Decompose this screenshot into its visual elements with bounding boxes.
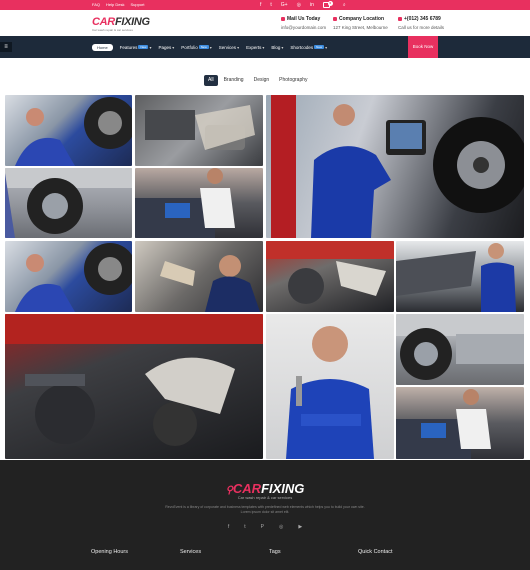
footer-logo[interactable]: ⚲CARFIXING Car wash repair & car service… — [0, 481, 530, 500]
nav-item-pages[interactable]: Pages ▾ — [158, 45, 174, 50]
gallery-image[interactable] — [266, 314, 394, 459]
footer-columns: Opening Hours Services Tags Quick Contac… — [91, 549, 491, 555]
phone-title[interactable]: +(012) 345 6789 — [404, 16, 441, 22]
phone-value: Call us for more details — [398, 25, 445, 30]
logo-text-fixing: FIXING — [114, 16, 150, 28]
twitter-icon[interactable]: t — [244, 524, 245, 530]
header-location: Company Location 127 King Street, Melbou… — [333, 16, 388, 30]
search-icon[interactable]: ⌕ — [343, 1, 346, 9]
mail-value[interactable]: info@yourdomain.com — [281, 25, 326, 30]
gallery-image[interactable] — [5, 241, 132, 312]
cart-icon[interactable]: 0 — [322, 1, 333, 8]
linkedin-icon[interactable]: in — [310, 1, 314, 9]
gallery-image[interactable] — [135, 168, 263, 238]
footer-col-tags: Tags — [269, 549, 281, 555]
nav-item-home[interactable]: Home — [92, 43, 113, 51]
cart-count: 0 — [327, 1, 333, 6]
portfolio-filters: All Branding Design Photography — [204, 75, 312, 86]
nav-item-blog[interactable]: Blog ▾ — [271, 45, 283, 50]
location-title: Company Location — [339, 16, 385, 22]
footer-col-quick-contact: Quick Contact — [358, 549, 393, 555]
chevron-down-icon: ▾ — [237, 44, 240, 50]
gallery-image[interactable] — [266, 241, 394, 312]
top-link-support[interactable]: Support — [130, 2, 144, 7]
instagram-icon[interactable]: ◎ — [297, 1, 301, 9]
nav-item-experts[interactable]: Experts ▾ — [246, 45, 264, 50]
top-links: FAQ Help Desk Support — [92, 2, 144, 7]
chevron-down-icon: ▾ — [209, 44, 212, 50]
gallery-image[interactable] — [5, 168, 132, 238]
new-badge: New — [198, 45, 209, 49]
filter-photography[interactable]: Photography — [275, 75, 311, 86]
book-now-button[interactable]: Book Now — [408, 36, 438, 58]
nav-item-label: Home — [97, 44, 108, 50]
gallery-image[interactable] — [5, 314, 263, 459]
gallery-image[interactable] — [5, 95, 132, 166]
instagram-icon[interactable]: ◎ — [279, 524, 283, 530]
phone-icon — [398, 17, 402, 21]
twitter-icon[interactable]: t — [270, 1, 271, 9]
site-logo[interactable]: CARFIXING Car wash repair & car services — [92, 16, 150, 36]
wrench-icon: ⚲ — [225, 485, 233, 496]
chevron-down-icon: ▾ — [281, 44, 284, 50]
nav-item-label: Features — [119, 44, 138, 50]
gallery-image[interactable] — [135, 95, 263, 166]
footer-description: RevoEvent is a library of corporate and … — [165, 505, 365, 514]
footer-col-services: Services — [180, 549, 202, 555]
nav-item-features[interactable]: Features New ▾ — [120, 45, 152, 50]
logo-text-car: CAR — [92, 16, 115, 28]
chevron-down-icon: ▾ — [172, 44, 175, 50]
footer-logo-car: CAR — [232, 481, 262, 496]
pinterest-icon[interactable]: P — [261, 524, 264, 530]
gallery-image[interactable] — [135, 241, 263, 312]
filter-design[interactable]: Design — [250, 75, 274, 86]
nav-item-label: Shortcodes — [290, 44, 314, 50]
top-link-faq[interactable]: FAQ — [92, 2, 100, 7]
facebook-icon[interactable]: f — [228, 524, 229, 530]
top-bar: FAQ Help Desk Support f t G+ ◎ in 0 ⌕ — [0, 0, 530, 10]
portfolio-grid — [5, 95, 524, 459]
new-badge: New — [138, 45, 149, 49]
gallery-image[interactable] — [396, 241, 524, 312]
nav-item-services[interactable]: Services ▾ — [219, 45, 239, 50]
footer-social: f t P ◎ ▶ — [0, 524, 530, 530]
header-phone: +(012) 345 6789 Call us for more details — [398, 16, 444, 30]
footer-logo-tagline: Car wash repair & car services — [237, 495, 293, 500]
chevron-down-icon: ▾ — [149, 44, 152, 50]
menu-icon[interactable]: ≡ — [0, 42, 12, 52]
mail-icon — [281, 17, 285, 21]
mail-title: Mail Us Today — [287, 16, 321, 22]
nav-item-label: Experts — [246, 44, 262, 50]
top-link-help-desk[interactable]: Help Desk — [106, 2, 124, 7]
site-header: CARFIXING Car wash repair & car services… — [0, 10, 530, 36]
gallery-image[interactable] — [396, 314, 524, 385]
new-badge: New — [314, 45, 325, 49]
header-mail: Mail Us Today info@yourdomain.com — [281, 16, 326, 30]
gallery-image[interactable] — [396, 387, 524, 459]
nav-item-label: Pages — [158, 44, 172, 50]
nav-item-shortcodes[interactable]: Shortcodes New ▾ — [290, 45, 327, 50]
youtube-icon[interactable]: ▶ — [298, 524, 302, 530]
facebook-icon[interactable]: f — [260, 1, 261, 9]
chevron-down-icon: ▾ — [325, 44, 328, 50]
google-plus-icon[interactable]: G+ — [281, 1, 288, 9]
nav-item-portfolio[interactable]: Portfolio New ▾ — [181, 45, 212, 50]
footer-col-opening-hours: Opening Hours — [91, 549, 128, 555]
nav-item-label: Blog — [271, 44, 281, 50]
location-icon — [333, 17, 337, 21]
chevron-down-icon: ▾ — [262, 44, 265, 50]
gallery-image[interactable] — [266, 95, 524, 238]
location-value: 127 King Street, Melbourne — [333, 25, 388, 30]
footer-logo-fixing: FIXING — [261, 481, 305, 496]
nav-item-label: Portfolio — [181, 44, 198, 50]
site-footer: ⚲CARFIXING Car wash repair & car service… — [0, 460, 530, 570]
main-nav: ≡ Home Features New ▾ Pages ▾ Portfolio New ▾… — [0, 36, 530, 58]
nav-item-label: Services — [218, 44, 237, 50]
logo-tagline: Car wash repair & car services — [92, 28, 133, 32]
filter-branding[interactable]: Branding — [220, 75, 248, 86]
filter-all[interactable]: All — [204, 75, 218, 86]
